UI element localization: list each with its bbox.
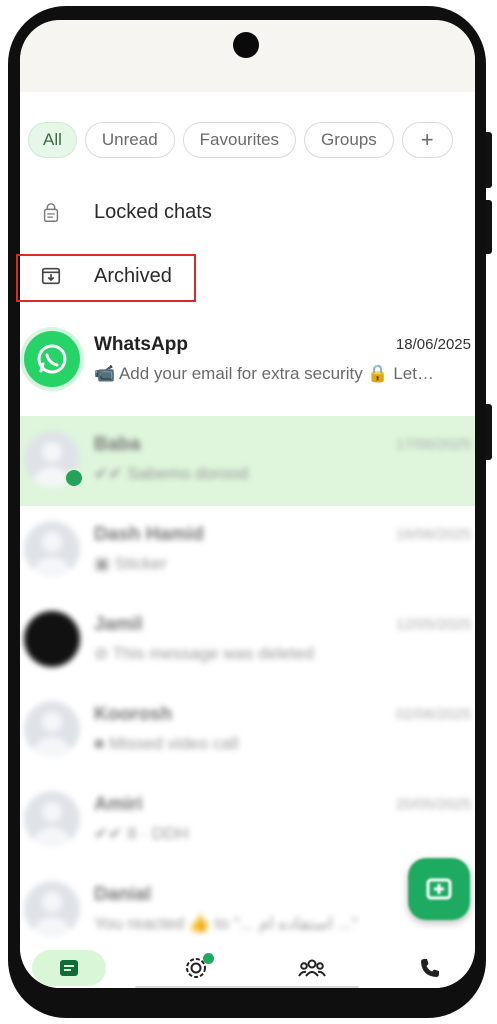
whatsapp-logo-icon bbox=[37, 344, 67, 374]
contact-avatar bbox=[24, 521, 80, 577]
camera-hole bbox=[233, 32, 259, 58]
side-button bbox=[486, 404, 492, 460]
chat-row-whatsapp[interactable]: WhatsApp 18/06/2025 📹 Add your email for… bbox=[20, 316, 475, 406]
chat-time: 18/06/2025 bbox=[395, 336, 471, 353]
new-chat-icon bbox=[426, 878, 452, 900]
filter-favourites[interactable]: Favourites bbox=[182, 122, 297, 158]
new-chat-button[interactable] bbox=[408, 858, 470, 920]
chat-row[interactable]: Koorosh 02/06/2025 ■ Missed video call bbox=[20, 686, 475, 776]
chat-name: Dash Hamid bbox=[94, 524, 204, 545]
chat-time: 20/05/2025 bbox=[395, 796, 471, 813]
chat-name: WhatsApp bbox=[94, 334, 188, 355]
filter-unread[interactable]: Unread bbox=[84, 122, 175, 158]
home-indicator bbox=[135, 986, 359, 988]
filter-groups[interactable]: Groups bbox=[304, 122, 394, 158]
chat-row[interactable]: Dash Hamid 16/06/2025 ▣ Sticker bbox=[20, 506, 475, 596]
chat-preview: ⊘ This message was deleted bbox=[94, 644, 314, 663]
chat-time: 17/06/2025 bbox=[395, 436, 471, 453]
chat-name: Jamil bbox=[94, 614, 143, 635]
side-button bbox=[486, 132, 492, 188]
contact-avatar bbox=[24, 881, 80, 937]
nav-communities[interactable] bbox=[292, 950, 332, 986]
communities-icon bbox=[298, 959, 326, 977]
contact-avatar bbox=[24, 611, 80, 667]
chat-time: 16/06/2025 bbox=[395, 526, 471, 543]
chat-time: 02/06/2025 bbox=[395, 706, 471, 723]
calls-icon bbox=[421, 959, 439, 977]
filter-chips: All Unread Favourites Groups + bbox=[28, 122, 453, 158]
chat-preview: 📹 Add your email for extra security 🔒 Le… bbox=[94, 364, 434, 383]
phone-screen: All Unread Favourites Groups + Locked ch… bbox=[20, 20, 475, 988]
locked-chats-label: Locked chats bbox=[94, 200, 212, 223]
nav-updates[interactable] bbox=[176, 950, 216, 986]
chat-time: 12/05/2025 bbox=[395, 616, 471, 633]
chat-row[interactable]: Jamil 12/05/2025 ⊘ This message was dele… bbox=[20, 596, 475, 686]
chat-name: Danial bbox=[94, 884, 152, 905]
whatsapp-avatar bbox=[24, 331, 80, 387]
chat-name: Koorosh bbox=[94, 704, 173, 725]
contact-avatar bbox=[24, 701, 80, 757]
nav-calls[interactable] bbox=[412, 950, 448, 986]
updates-badge bbox=[203, 953, 214, 964]
nav-chats[interactable] bbox=[32, 950, 106, 986]
side-button bbox=[486, 200, 492, 254]
locked-chats-icon bbox=[43, 203, 59, 222]
chat-preview: ▣ Sticker bbox=[94, 554, 167, 573]
locked-chats-row[interactable]: Locked chats bbox=[20, 184, 475, 240]
chat-preview: ■ Missed video call bbox=[94, 734, 239, 753]
contact-avatar bbox=[24, 791, 80, 847]
chat-name: Baba bbox=[94, 434, 141, 455]
chat-preview: ✔✔ 8 · DDH bbox=[94, 824, 189, 843]
filter-all[interactable]: All bbox=[28, 122, 77, 158]
add-filter-button[interactable]: + bbox=[401, 122, 453, 158]
bottom-nav bbox=[20, 942, 475, 988]
status-dot bbox=[64, 468, 84, 488]
archived-highlight-box bbox=[16, 254, 196, 302]
chat-name: Amiri bbox=[94, 794, 143, 815]
chats-icon bbox=[60, 960, 78, 976]
chat-preview: ✔✔ Sabemo dorood bbox=[94, 464, 249, 483]
chat-row[interactable]: Baba 17/06/2025 ✔✔ Sabemo dorood bbox=[20, 416, 475, 506]
chat-row[interactable]: Amiri 20/05/2025 ✔✔ 8 · DDH bbox=[20, 776, 475, 866]
